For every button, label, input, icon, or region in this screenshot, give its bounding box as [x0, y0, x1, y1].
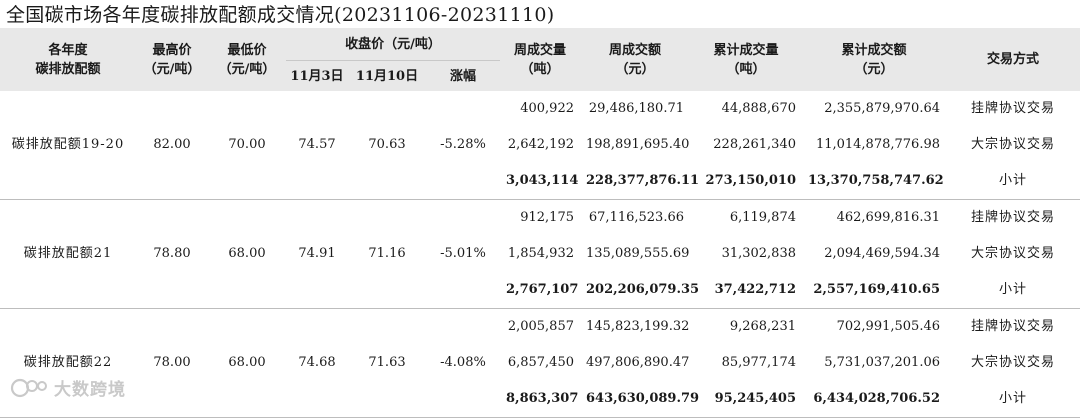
trade-mode-cell: 小计	[946, 381, 1080, 418]
week-volume-cell: 3,043,114	[500, 163, 580, 200]
week-volume-cell: 8,863,307	[500, 381, 580, 418]
header-low-price: 最低价 （元/吨）	[208, 28, 286, 91]
week-volume-cell: 2,005,857	[507, 319, 574, 334]
week-volume-cell: 400,922	[520, 101, 574, 116]
week-volume-cell: 912,175	[520, 210, 574, 225]
week-amount-cell: 228,377,876.11	[580, 163, 699, 200]
week-amount-cell: 202,206,079.35	[580, 272, 699, 309]
category-cell: 碳排放配额22	[0, 308, 136, 418]
cum-volume-cell: 228,261,340	[713, 137, 796, 152]
header-week-amount: 周成交额 （元）	[580, 28, 690, 91]
low-price-cell: 70.00	[208, 91, 286, 200]
week-amount-cell: 145,823,199.32	[586, 319, 690, 334]
week-amount-cell: 643,630,089.79	[580, 381, 699, 418]
header-close-nov3: 11月3日	[286, 60, 348, 91]
close-nov10-cell: 71.63	[348, 308, 426, 418]
trade-mode-cell: 小计	[946, 163, 1080, 200]
category-cell: 碳排放配额21	[0, 199, 136, 309]
header-trade-mode: 交易方式	[946, 28, 1080, 91]
week-volume-cell: 2,642,192	[507, 137, 574, 152]
high-price-cell: 78.00	[136, 308, 208, 418]
table-row: 碳排放配额19-20 82.00 70.00 74.57 70.63 -5.28…	[0, 91, 1080, 200]
cum-amount-cell: 2,355,879,970.64	[824, 101, 940, 116]
cum-amount-cell: 6,434,028,706.52	[802, 381, 946, 418]
header-category: 各年度 碳排放配额	[0, 28, 136, 91]
header-close-price: 收盘价（元/吨）	[286, 28, 500, 61]
watermark-logo-icon	[10, 378, 47, 397]
trade-mode-cell: 小计	[946, 272, 1080, 309]
change-cell: -4.08%	[426, 308, 500, 418]
cum-volume-cell: 95,245,405	[690, 381, 802, 418]
cum-volume-cell: 37,422,712	[690, 272, 802, 309]
carbon-trading-table: 各年度 碳排放配额 最高价 （元/吨） 最低价 （元/吨） 收盘价（元/吨） 周成交量…	[0, 28, 1080, 418]
header-cum-amount: 累计成交额 （元）	[802, 28, 946, 91]
close-nov3-cell: 74.57	[286, 91, 348, 200]
cum-volume-cell: 44,888,670	[721, 101, 796, 116]
cum-volume-cell: 6,119,874	[729, 210, 796, 225]
cum-amount-cell: 5,731,037,201.06	[824, 355, 940, 370]
header-week-volume: 周成交量 （吨）	[500, 28, 580, 91]
cum-volume-cell: 85,977,174	[721, 355, 796, 370]
table-row: 碳排放配额22 78.00 68.00 74.68 71.63 -4.08% 2…	[0, 308, 1080, 418]
header-cum-volume: 累计成交量 （吨）	[690, 28, 802, 91]
change-cell: -5.28%	[426, 91, 500, 200]
week-amount-cell: 135,089,555.69	[586, 246, 690, 261]
trade-mode-cell: 大宗协议交易	[970, 137, 1055, 152]
header-change: 涨幅	[426, 60, 500, 91]
category-cell: 碳排放配额19-20	[0, 91, 136, 200]
table-header: 各年度 碳排放配额 最高价 （元/吨） 最低价 （元/吨） 收盘价（元/吨） 周成交量…	[0, 28, 1080, 91]
change-cell: -5.01%	[426, 199, 500, 309]
cum-volume-cell: 9,268,231	[729, 319, 796, 334]
week-amount-cell: 198,891,695.40	[586, 137, 690, 152]
header-close-nov10: 11月10日	[348, 60, 426, 91]
close-nov10-cell: 71.16	[348, 199, 426, 309]
cum-volume-cell: 273,150,010	[690, 163, 802, 200]
trade-mode-cell: 大宗协议交易	[970, 246, 1055, 261]
week-volume-cell: 6,857,450	[507, 355, 574, 370]
header-high-price: 最高价 （元/吨）	[136, 28, 208, 91]
trade-mode-cell: 挂牌协议交易	[970, 319, 1055, 334]
close-nov10-cell: 70.63	[348, 91, 426, 200]
cum-amount-cell: 2,557,169,410.65	[802, 272, 946, 309]
low-price-cell: 68.00	[208, 199, 286, 309]
cum-amount-cell: 2,094,469,594.34	[824, 246, 940, 261]
watermark-text: 大数跨境	[54, 380, 126, 400]
week-volume-cell: 1,854,932	[507, 246, 574, 261]
low-price-cell: 68.00	[208, 308, 286, 418]
cum-amount-cell: 11,014,878,776.98	[815, 137, 940, 152]
watermark: 大数跨境	[10, 375, 126, 400]
trade-mode-cell: 挂牌协议交易	[970, 210, 1055, 225]
trade-mode-cell: 大宗协议交易	[970, 355, 1055, 370]
close-nov3-cell: 74.68	[286, 308, 348, 418]
page-title: 全国碳市场各年度碳排放配额成交情况(20231106-20231110)	[6, 4, 555, 26]
high-price-cell: 82.00	[136, 91, 208, 200]
close-nov3-cell: 74.91	[286, 199, 348, 309]
week-amount-cell: 497,806,890.47	[586, 355, 690, 370]
table-body: 碳排放配额19-20 82.00 70.00 74.57 70.63 -5.28…	[0, 91, 1080, 418]
cum-amount-cell: 13,370,758,747.62	[802, 163, 946, 200]
high-price-cell: 78.80	[136, 199, 208, 309]
table-row: 碳排放配额21 78.80 68.00 74.91 71.16 -5.01% 9…	[0, 199, 1080, 309]
cum-amount-cell: 702,991,505.46	[836, 319, 940, 334]
week-amount-cell: 29,486,180.71	[588, 101, 684, 116]
cum-amount-cell: 462,699,816.31	[836, 210, 940, 225]
week-volume-cell: 2,767,107	[500, 272, 580, 309]
cum-volume-cell: 31,302,838	[721, 246, 796, 261]
week-amount-cell: 67,116,523.66	[588, 210, 684, 225]
trade-mode-cell: 挂牌协议交易	[970, 101, 1055, 116]
